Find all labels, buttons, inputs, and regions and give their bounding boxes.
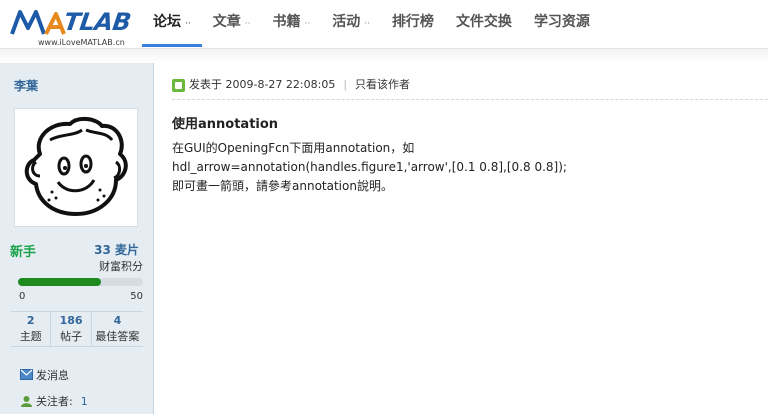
author-name-link[interactable]: 李葉 <box>14 77 38 94</box>
post-body-line: 即可畫一箭頭，請參考annotation說明。 <box>172 179 393 193</box>
post-date: 发表于 2009-8-27 22:08:05 <box>189 78 336 91</box>
send-message-link[interactable]: 发消息 <box>20 367 69 383</box>
nav-item-label: 排行榜 <box>391 14 434 30</box>
send-message-label: 发消息 <box>36 369 69 382</box>
followers-link[interactable]: 关注者: 1 <box>20 393 88 410</box>
divider <box>172 99 768 100</box>
stat-value: 2 <box>26 314 35 327</box>
nav-item-label: 书籍 <box>272 14 301 30</box>
stat-posts[interactable]: 186 帖子 <box>50 312 90 346</box>
nav-item-label: 活动 <box>332 14 361 30</box>
author-sidebar: 李葉 新手 33 麦片 财富积分 0 50 2 主题 186 帖子 4 最佳答案… <box>0 63 154 414</box>
nav-item-events[interactable]: 活动 ⋅⋅ <box>321 0 381 46</box>
stat-threads[interactable]: 2 主题 <box>11 312 50 346</box>
online-status-icon <box>172 78 185 92</box>
chevron-down-icon: ⋅⋅ <box>244 19 251 29</box>
top-navigation-bar: TLAB www.iLoveMATLAB.cn 论坛 ⋅⋅ 文章 ⋅⋅ 书籍 ⋅⋅ 活… <box>0 0 768 49</box>
stat-best-answers[interactable]: 4 最佳答案 <box>90 312 143 346</box>
nav-item-learning-resources[interactable]: 学习资源 <box>523 0 601 46</box>
nav-item-forum[interactable]: 论坛 ⋅⋅ <box>142 0 202 47</box>
progress-max: 50 <box>130 291 143 302</box>
nav-item-articles[interactable]: 文章 ⋅⋅ <box>202 0 262 46</box>
only-author-link[interactable]: 只看该作者 <box>355 78 410 91</box>
followers-count: 1 <box>80 395 88 408</box>
user-rank[interactable]: 新手 <box>10 241 36 260</box>
chevron-down-icon: ⋅⋅ <box>304 19 311 29</box>
wealth-points-value: 33 麦片 <box>94 243 139 257</box>
nav-item-file-exchange[interactable]: 文件交换 <box>445 0 523 46</box>
post-body: 在GUI的OpeningFcn下面用annotation，如 hdl_arrow… <box>172 139 752 196</box>
nav-item-label: 学习资源 <box>533 14 590 30</box>
user-stats: 2 主题 186 帖子 4 最佳答案 <box>11 311 143 347</box>
post-title: 使用annotation <box>172 117 279 132</box>
main-nav: 论坛 ⋅⋅ 文章 ⋅⋅ 书籍 ⋅⋅ 活动 ⋅⋅ 排行榜 文件交换 学习资源 <box>142 0 601 48</box>
nav-item-label: 论坛 <box>153 14 181 30</box>
logo-wordmark: TLAB <box>62 8 133 36</box>
stat-label: 主题 <box>19 330 42 343</box>
stat-value: 4 <box>113 314 122 327</box>
nav-item-rankings[interactable]: 排行榜 <box>381 0 445 46</box>
logo-tagline: www.iLoveMATLAB.cn <box>38 38 125 47</box>
wealth-points-label: 财富积分 <box>99 260 143 273</box>
avatar[interactable] <box>14 108 138 227</box>
post-body-line: hdl_arrow=annotation(handles.figure1,'ar… <box>172 160 567 174</box>
post-meta: 发表于 2009-8-27 22:08:05 | 只看该作者 <box>172 76 410 94</box>
rank-progress-bar <box>18 278 143 286</box>
nav-item-label: 文章 <box>212 14 241 30</box>
followers-icon <box>20 395 33 410</box>
chevron-down-icon: ⋅⋅ <box>364 19 370 29</box>
stat-value: 186 <box>59 314 83 327</box>
chevron-down-icon: ⋅⋅ <box>185 19 191 29</box>
rank-progress-fill <box>18 278 101 286</box>
nav-item-label: 文件交换 <box>455 14 512 30</box>
meta-separator: | <box>343 78 348 91</box>
envelope-icon <box>20 369 33 383</box>
post-content-area: 发表于 2009-8-27 22:08:05 | 只看该作者 使用annotatio… <box>154 63 768 414</box>
post-body-line: 在GUI的OpeningFcn下面用annotation，如 <box>172 141 415 155</box>
stat-label: 最佳答案 <box>95 330 140 343</box>
nav-item-books[interactable]: 书籍 ⋅⋅ <box>261 0 321 46</box>
followers-label: 关注者: <box>36 395 73 408</box>
site-logo[interactable]: TLAB www.iLoveMATLAB.cn <box>6 4 136 47</box>
smiley-face-avatar-icon <box>24 117 128 216</box>
stat-label: 帖子 <box>60 330 83 343</box>
progress-min: 0 <box>19 291 26 302</box>
header-shadow <box>0 49 768 63</box>
